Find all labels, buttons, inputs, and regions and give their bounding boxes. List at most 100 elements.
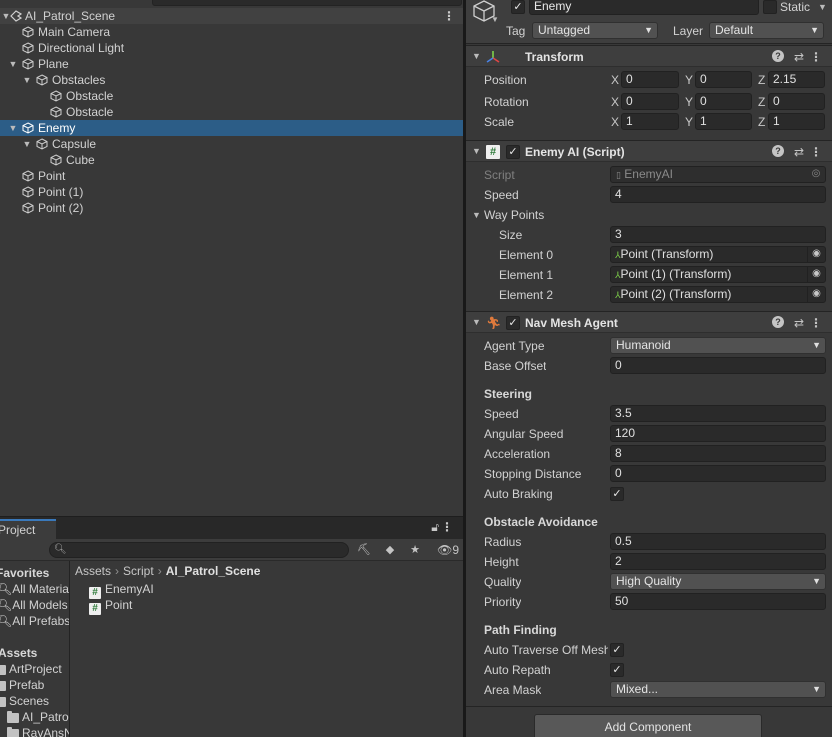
fold-arrow-icon[interactable]: ▼ [7,56,19,72]
axis-y-label[interactable]: Y [685,94,693,110]
preset-sliders-icon[interactable]: ⇄ [794,144,804,160]
enemy-ai-component-header[interactable]: ▼ # ✓ Enemy AI (Script) ? ⇄ ⋮ [466,140,832,162]
waypoints-label[interactable]: Way Points [484,207,544,223]
rotation-label[interactable]: Rotation [484,94,529,110]
tag-dropdown[interactable]: Untagged ▼ [532,22,658,39]
speed-field[interactable]: 4 [610,186,826,203]
fold-arrow-icon[interactable]: ▼ [472,207,481,223]
favorites-header[interactable]: Favorites [0,565,49,581]
scale-label[interactable]: Scale [484,114,514,130]
axis-x-label[interactable]: X [611,72,619,88]
area-mask-label[interactable]: Area Mask [484,682,541,698]
element-1-field[interactable]: ⅄Point (1) (Transform) ◉ [610,266,826,283]
axis-z-label[interactable]: Z [758,94,765,110]
active-checkbox[interactable]: ✓ [511,0,525,14]
axis-z-label[interactable]: Z [758,72,765,88]
hidden-packages-count[interactable]: 👁︎9 [437,542,459,558]
help-icon[interactable]: ? [772,50,784,62]
auto-braking-label[interactable]: Auto Braking [484,486,553,502]
radius-label[interactable]: Radius [484,534,521,550]
component-enabled-checkbox[interactable]: ✓ [506,316,520,330]
acceleration-field[interactable]: 8 [610,445,826,462]
size-label[interactable]: Size [499,227,522,243]
scale-y-field[interactable]: 1 [695,113,752,130]
base-offset-label[interactable]: Base Offset [484,358,546,374]
scale-z-field[interactable]: 1 [768,113,825,130]
scene-row[interactable]: ▼ AI_Patrol_Scene ⋮ [0,8,463,24]
object-picker-icon[interactable]: ◉ [807,267,825,282]
position-x-field[interactable]: 0 [621,71,679,88]
hierarchy-item-obstacle[interactable]: Obstacle [0,88,463,104]
fold-arrow-icon[interactable]: ▼ [21,72,33,88]
position-label[interactable]: Position [484,72,527,88]
tab-project[interactable]: Project [0,519,56,539]
folder-item[interactable]: Scenes [0,693,49,709]
element-2-field[interactable]: ⅄Point (2) (Transform) ◉ [610,286,826,303]
hierarchy-item-plane[interactable]: ▼ Plane [0,56,463,72]
gameobject-name-field[interactable]: Enemy [529,0,759,15]
folder-item[interactable]: AI_Patrol [7,709,69,725]
object-picker-icon[interactable]: ◎ [807,167,825,182]
agent-type-label[interactable]: Agent Type [484,338,545,354]
fold-arrow-icon[interactable]: ▼ [472,50,481,62]
nav-speed-label[interactable]: Speed [484,406,519,422]
axis-z-label[interactable]: Z [758,114,765,130]
hierarchy-search-input[interactable] [152,0,462,6]
axis-y-label[interactable]: Y [685,72,693,88]
quality-label[interactable]: Quality [484,574,521,590]
preset-sliders-icon[interactable]: ⇄ [794,49,804,65]
rotation-z-field[interactable]: 0 [768,93,825,110]
axis-y-label[interactable]: Y [685,114,693,130]
assets-header[interactable]: Assets [0,645,37,661]
axis-x-label[interactable]: X [611,94,619,110]
hierarchy-item-enemy[interactable]: ▼ Enemy [0,120,463,136]
scale-x-field[interactable]: 1 [621,113,679,130]
fold-arrow-icon[interactable]: ▼ [472,316,481,328]
auto-repath-label[interactable]: Auto Repath [484,662,551,678]
speed-label[interactable]: Speed [484,187,519,203]
hierarchy-item-point-2[interactable]: Point (2) [0,200,463,216]
favorite-item[interactable]: 🔍︎All Prefabs [0,613,69,629]
kebab-menu-icon[interactable]: ⋮ [810,144,822,160]
kebab-menu-icon[interactable]: ⋮ [810,49,822,65]
lock-icon[interactable]: 🔓︎ [431,520,439,535]
hierarchy-item-point[interactable]: Point [0,168,463,184]
position-y-field[interactable]: 0 [695,71,752,88]
base-offset-field[interactable]: 0 [610,357,826,374]
fold-arrow-icon[interactable]: ▼ [7,120,19,136]
element-label[interactable]: Element 1 [499,267,553,283]
transform-component-header[interactable]: ▼ Transform ? ⇄ ⋮ [466,45,832,67]
acceleration-label[interactable]: Acceleration [484,446,550,462]
fold-arrow-icon[interactable]: ▼ [21,136,33,152]
area-mask-dropdown[interactable]: Mixed... ▼ [610,681,826,698]
help-icon[interactable]: ? [772,316,784,328]
breadcrumb-current[interactable]: AI_Patrol_Scene [166,564,261,578]
help-icon[interactable]: ? [772,145,784,157]
favorite-item[interactable]: 🔍︎All Models [0,597,68,613]
axis-x-label[interactable]: X [611,114,619,130]
kebab-menu-icon[interactable]: ⋮ [810,315,822,331]
object-picker-icon[interactable]: ◉ [807,287,825,302]
agent-type-dropdown[interactable]: Humanoid ▼ [610,337,826,354]
icon-dropdown-caret-icon[interactable]: ▼ [491,15,499,24]
angular-speed-field[interactable]: 120 [610,425,826,442]
add-component-button[interactable]: Add Component [534,714,762,737]
hierarchy-item-obstacle[interactable]: Obstacle [0,104,463,120]
favorite-star-icon[interactable]: ★ [405,542,425,558]
hierarchy-item-cube[interactable]: Cube [0,152,463,168]
preset-sliders-icon[interactable]: ⇄ [794,315,804,331]
size-field[interactable]: 3 [610,226,826,243]
layer-dropdown[interactable]: Default ▼ [709,22,824,39]
auto-braking-checkbox[interactable]: ✓ [610,487,624,501]
element-label[interactable]: Element 2 [499,287,553,303]
favorite-item[interactable]: 🔍︎All Materials [0,581,69,597]
folder-item[interactable]: ArtProject [0,661,62,677]
static-checkbox[interactable] [763,0,777,14]
hierarchy-item-capsule[interactable]: ▼ Capsule [0,136,463,152]
component-enabled-checkbox[interactable]: ✓ [506,145,520,159]
rotation-y-field[interactable]: 0 [695,93,752,110]
auto-repath-checkbox[interactable]: ✓ [610,663,624,677]
height-field[interactable]: 2 [610,553,826,570]
kebab-menu-icon[interactable]: ⋮ [441,520,453,534]
priority-field[interactable]: 50 [610,593,826,610]
